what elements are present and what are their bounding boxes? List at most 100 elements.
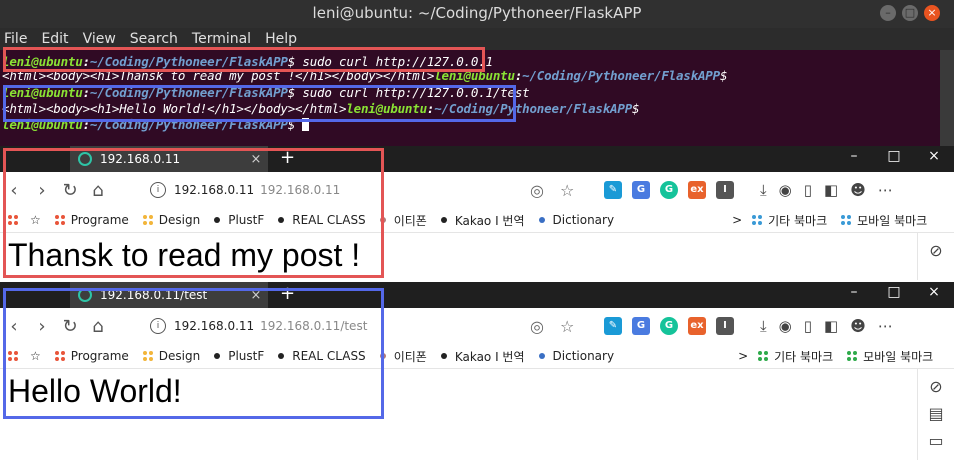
extension-1-icon[interactable]: ✎ (604, 181, 622, 199)
bookmark-real-class[interactable]: REAL CLASS (278, 213, 366, 227)
home-icon[interactable]: ⌂ (84, 180, 112, 201)
back-icon[interactable]: ‹ (0, 180, 28, 201)
bookmark-star-icon[interactable]: ☆ (560, 317, 574, 336)
bookmark-star-icon[interactable]: ☆ (30, 213, 41, 227)
menu-help[interactable]: Help (265, 31, 297, 47)
minimize-icon[interactable]: – (880, 5, 896, 21)
sidebar-search-icon[interactable]: ⊘ (918, 241, 954, 260)
menu-dots-icon[interactable]: ⋯ (878, 181, 893, 199)
extension-ex-icon[interactable]: ex (688, 181, 706, 199)
terminal-body[interactable]: leni@ubuntu:~/Coding/Pythoneer/FlaskAPP$… (0, 50, 940, 146)
bookmark-plustf[interactable]: PlustF (214, 213, 264, 227)
profile-avatar-icon[interactable]: ☻ (850, 317, 866, 335)
bookmark-programe[interactable]: Programe (54, 349, 129, 363)
reader-view-icon[interactable]: ▯ (804, 181, 812, 199)
close-tab-icon[interactable]: × (248, 152, 264, 167)
terminal-scrollbar[interactable] (940, 50, 954, 146)
minimize-icon[interactable]: – (846, 284, 862, 300)
minimize-icon[interactable]: – (846, 148, 862, 164)
sidebar-search-icon[interactable]: ⊘ (918, 377, 954, 396)
terminal-line-cmd2: leni@ubuntu:~/Coding/Pythoneer/FlaskAPP$… (2, 85, 530, 100)
apps-grid-icon[interactable] (8, 215, 24, 225)
reader-icon[interactable]: ◎ (530, 181, 544, 200)
bookmark-programe[interactable]: Programe (54, 213, 129, 227)
bookmarks-more-icon[interactable]: > (732, 213, 742, 227)
info-icon[interactable]: i (150, 182, 166, 198)
bookmark-other[interactable]: 기타 북마크 (758, 348, 833, 365)
sidebar-more-icon[interactable]: ▭ (918, 431, 954, 450)
tab-active[interactable]: 192.168.0.11/test × (70, 282, 268, 308)
new-tab-button[interactable]: + (280, 284, 295, 304)
translate-icon[interactable]: G (632, 317, 650, 335)
bookmark-other[interactable]: 기타 북마크 (752, 212, 827, 229)
sidebar-toggle-icon[interactable]: ◧ (824, 181, 838, 199)
reload-icon[interactable]: ↻ (56, 180, 84, 201)
home-icon[interactable]: ⌂ (84, 316, 112, 337)
url-full: 192.168.0.11 (260, 183, 341, 197)
output-text: <html><body><h1>Thansk to read my post !… (2, 68, 435, 83)
extensions: ✎ G G ex I (604, 308, 734, 344)
bookmark-etipon[interactable]: 이티폰 (379, 348, 427, 365)
extension-i-icon[interactable]: I (716, 317, 734, 335)
bookmark-kakao[interactable]: Kakao I 번역 (440, 348, 525, 365)
menu-edit[interactable]: Edit (41, 31, 68, 47)
close-icon[interactable]: × (926, 148, 942, 164)
sidebar-toggle-icon[interactable]: ◧ (824, 317, 838, 335)
translate-icon[interactable]: G (632, 181, 650, 199)
bookmark-design[interactable]: Design (142, 349, 200, 363)
menu-terminal[interactable]: Terminal (192, 31, 251, 47)
address-bar[interactable]: i 192.168.0.11 192.168.0.11/test (144, 313, 588, 339)
reader-icon[interactable]: ◎ (530, 317, 544, 336)
profile-avatar-icon[interactable]: ☻ (850, 181, 866, 199)
bookmark-etipon[interactable]: 이티폰 (379, 212, 427, 229)
page-content: Thansk to read my post ! (0, 233, 918, 280)
extension-i-icon[interactable]: I (716, 181, 734, 199)
menu-dots-icon[interactable]: ⋯ (878, 317, 893, 335)
address-bar[interactable]: i 192.168.0.11 192.168.0.11 (144, 177, 588, 203)
bookmark-dictionary[interactable]: Dictionary (538, 213, 614, 227)
apps-grid-icon[interactable] (8, 351, 24, 361)
maximize-icon[interactable]: □ (902, 5, 918, 21)
close-icon[interactable]: × (926, 284, 942, 300)
tab-strip: 192.168.0.11/test × + – □ × (0, 282, 954, 308)
maximize-icon[interactable]: □ (886, 148, 902, 164)
terminal-titlebar[interactable]: leni@ubuntu: ~/Coding/Pythoneer/FlaskAPP… (0, 0, 954, 28)
bookmark-dictionary[interactable]: Dictionary (538, 349, 614, 363)
menu-file[interactable]: File (4, 31, 27, 47)
terminal-line-prompt: leni@ubuntu:~/Coding/Pythoneer/FlaskAPP$ (2, 117, 310, 133)
bookmark-star-icon[interactable]: ☆ (30, 349, 41, 363)
bookmark-design[interactable]: Design (142, 213, 200, 227)
bookmarks-more-icon[interactable]: > (738, 349, 748, 363)
screenshot-icon[interactable]: ◉ (779, 181, 792, 199)
bookmark-plustf[interactable]: PlustF (214, 349, 264, 363)
maximize-icon[interactable]: □ (886, 284, 902, 300)
bookmark-star-icon[interactable]: ☆ (560, 181, 574, 200)
bookmark-mobile[interactable]: 모바일 북마크 (841, 212, 927, 229)
download-icon[interactable]: ⤓ (760, 181, 767, 199)
menu-view[interactable]: View (83, 31, 116, 47)
bookmark-mobile[interactable]: 모바일 북마크 (847, 348, 933, 365)
bookmark-real-class[interactable]: REAL CLASS (278, 349, 366, 363)
grammarly-icon[interactable]: G (660, 181, 678, 199)
new-tab-button[interactable]: + (280, 148, 295, 168)
info-icon[interactable]: i (150, 318, 166, 334)
bookmark-kakao[interactable]: Kakao I 번역 (440, 212, 525, 229)
tab-strip: 192.168.0.11 × + – □ × (0, 146, 954, 172)
close-icon[interactable]: × (924, 5, 940, 21)
tab-active[interactable]: 192.168.0.11 × (70, 146, 268, 172)
back-icon[interactable]: ‹ (0, 316, 28, 337)
grammarly-icon[interactable]: G (660, 317, 678, 335)
nav-toolbar: ‹ › ↻ ⌂ i 192.168.0.11 192.168.0.11/test… (0, 308, 954, 344)
close-tab-icon[interactable]: × (248, 288, 264, 303)
nav-toolbar: ‹ › ↻ ⌂ i 192.168.0.11 192.168.0.11 ◎ ☆ … (0, 172, 954, 208)
screenshot-icon[interactable]: ◉ (779, 317, 792, 335)
reload-icon[interactable]: ↻ (56, 316, 84, 337)
download-icon[interactable]: ⤓ (760, 317, 767, 335)
sidebar-notes-icon[interactable]: ▤ (918, 404, 954, 423)
extension-ex-icon[interactable]: ex (688, 317, 706, 335)
reader-view-icon[interactable]: ▯ (804, 317, 812, 335)
menu-search[interactable]: Search (130, 31, 178, 47)
forward-icon[interactable]: › (28, 316, 56, 337)
extension-1-icon[interactable]: ✎ (604, 317, 622, 335)
forward-icon[interactable]: › (28, 180, 56, 201)
